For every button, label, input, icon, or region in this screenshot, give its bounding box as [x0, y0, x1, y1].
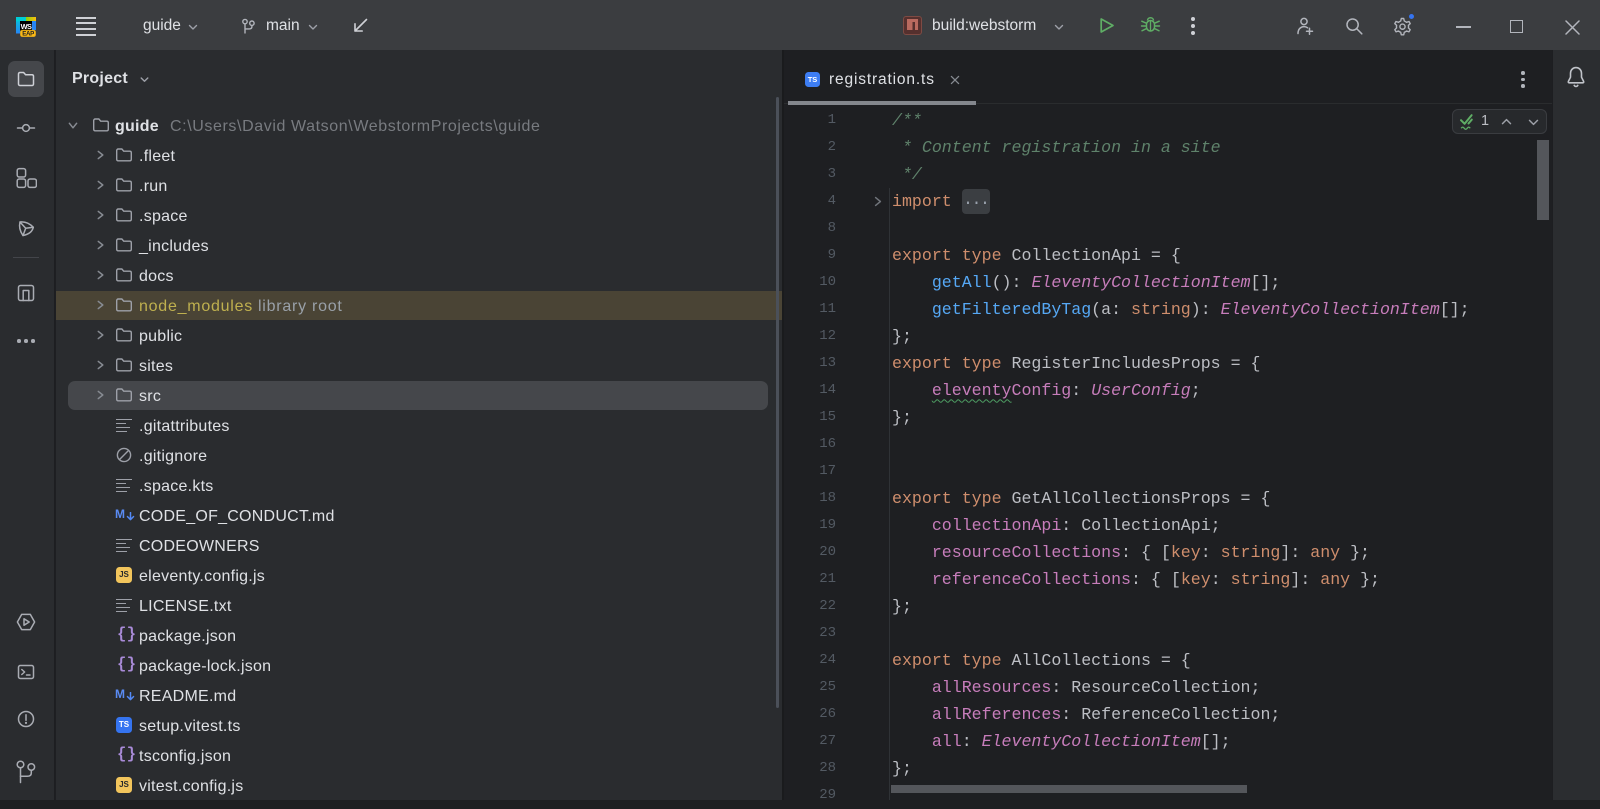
svg-text:EAP: EAP	[22, 31, 34, 37]
svg-text:WS: WS	[21, 22, 32, 31]
